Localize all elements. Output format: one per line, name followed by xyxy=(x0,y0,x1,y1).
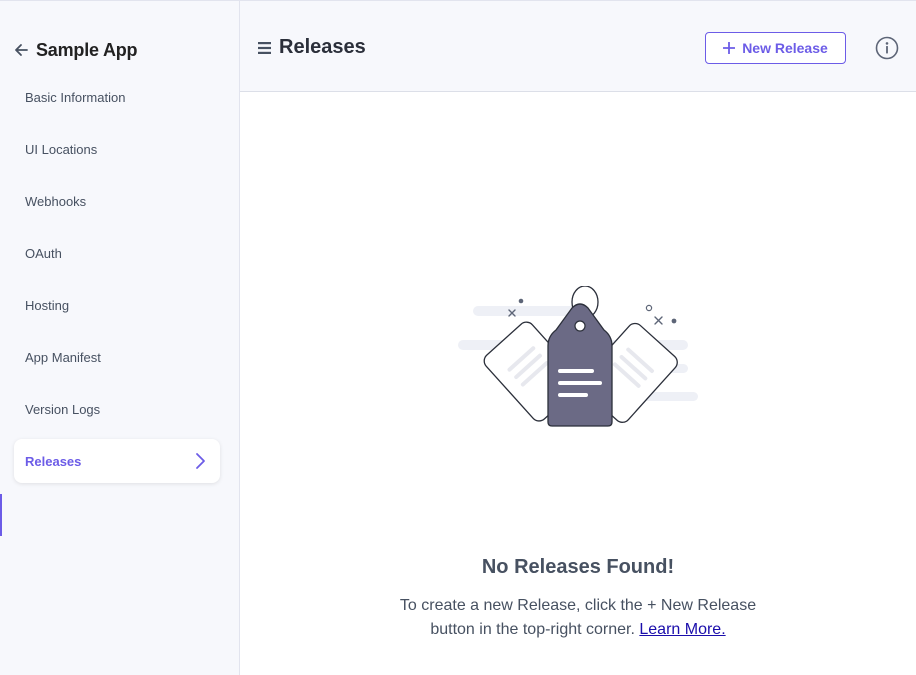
page-title-group: Releases xyxy=(258,36,366,59)
sidebar-item-version-logs[interactable]: Version Logs xyxy=(0,383,240,435)
learn-more-link[interactable]: Learn More. xyxy=(639,621,725,638)
back-to-apps[interactable]: Sample App xyxy=(14,38,138,62)
sidebar-item-label: Webhooks xyxy=(25,193,87,209)
empty-state-description: To create a new Release, click the + New… xyxy=(378,594,778,642)
center-tag xyxy=(547,303,613,427)
empty-releases-illustration xyxy=(458,286,698,427)
sidebar-item-label: Releases xyxy=(25,453,82,469)
sidebar-item-hosting[interactable]: Hosting xyxy=(0,279,240,331)
sparkle-dot xyxy=(518,298,524,304)
app-title: Sample App xyxy=(36,39,138,60)
sidebar-item-label: Hosting xyxy=(25,297,70,313)
new-release-label: New Release xyxy=(742,40,828,56)
sidebar-item-app-manifest[interactable]: App Manifest xyxy=(0,331,240,383)
sidebar-item-label: OAuth xyxy=(25,245,62,261)
hamburger-icon[interactable] xyxy=(258,41,271,54)
sidebar-item-webhooks[interactable]: Webhooks xyxy=(0,175,240,227)
plus-icon xyxy=(723,42,736,54)
chevron-right-icon xyxy=(196,453,205,469)
sparkle-x xyxy=(654,316,663,325)
sidebar-item-oauth[interactable]: OAuth xyxy=(0,227,240,279)
arrow-left-icon[interactable] xyxy=(14,43,28,57)
sparkle-dot xyxy=(671,318,677,324)
sidebar-item-ui-locations[interactable]: UI Locations xyxy=(0,123,240,175)
info-icon[interactable] xyxy=(875,36,899,60)
sidebar: Sample App Basic Information UI Location… xyxy=(0,0,240,675)
active-indicator xyxy=(0,494,2,536)
sidebar-item-label: Version Logs xyxy=(25,401,101,417)
empty-state-title: No Releases Found! xyxy=(481,556,675,578)
sidebar-item-label: UI Locations xyxy=(25,141,98,157)
sparkle-ring xyxy=(645,304,653,312)
sidebar-item-label: App Manifest xyxy=(25,349,101,365)
main-content: No Releases Found! To create a new Relea… xyxy=(240,92,916,675)
sidebar-item-releases[interactable]: Releases xyxy=(14,439,220,483)
sidebar-nav: Basic Information UI Locations Webhooks … xyxy=(0,71,240,483)
sidebar-item-basic-information[interactable]: Basic Information xyxy=(0,71,240,123)
page-header: Releases New Release xyxy=(240,0,916,92)
sidebar-item-label: Basic Information xyxy=(25,89,126,105)
page-title: Releases xyxy=(279,36,366,58)
new-release-button[interactable]: New Release xyxy=(705,32,846,64)
